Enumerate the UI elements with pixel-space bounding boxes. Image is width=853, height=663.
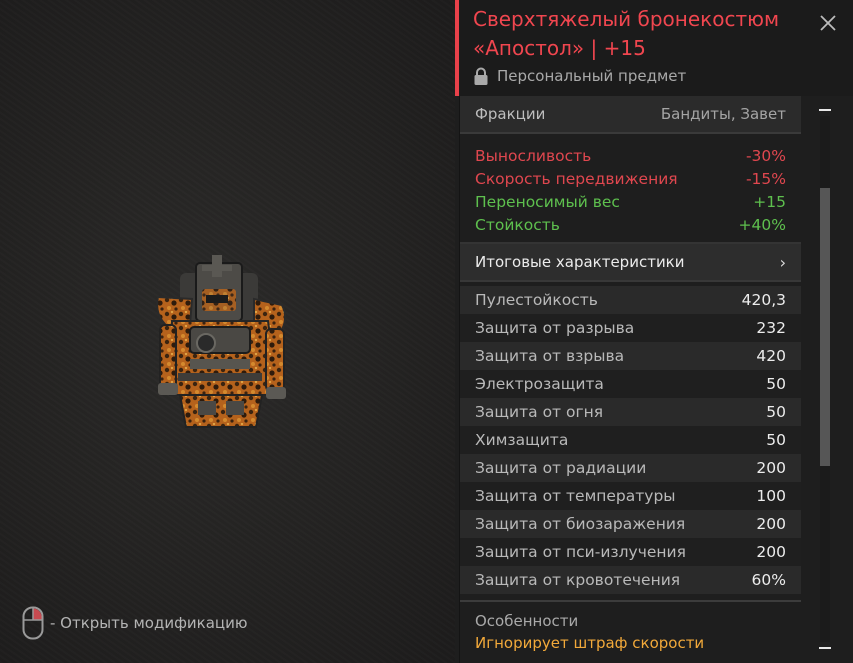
modifier-value: -15% — [745, 169, 786, 188]
total-characteristics-label: Итоговые характеристики — [475, 253, 685, 271]
stat-label: Защита от разрыва — [475, 319, 635, 337]
stat-row: Защита от кровотечения 60% — [460, 566, 801, 594]
personal-item-text: Персональный предмет — [497, 67, 687, 85]
stat-value: 50 — [766, 403, 786, 421]
personal-item-label: Персональный предмет — [473, 65, 686, 87]
modifier-row: Переносимый вес +15 — [460, 190, 801, 213]
hint-text: - Открыть модификацию — [50, 614, 248, 632]
stat-label: Защита от взрыва — [475, 347, 625, 365]
features-section: Особенности Игнорирует штраф скорости — [460, 600, 801, 656]
modifier-value: +15 — [753, 192, 786, 211]
stat-row: Электрозащита 50 — [460, 370, 801, 398]
item-preview-area: - Открыть модификацию — [0, 0, 455, 663]
stat-value: 420,3 — [741, 291, 786, 309]
modifier-label: Выносливость — [475, 146, 592, 165]
stat-row: Пулестойкость 420,3 — [460, 286, 801, 314]
stat-label: Защита от биозаражения — [475, 515, 686, 533]
stat-row: Защита от взрыва 420 — [460, 342, 801, 370]
chevron-right-icon: › — [779, 252, 786, 272]
armor-suit-image — [156, 255, 287, 428]
modifier-value: +40% — [738, 215, 786, 234]
stat-label: Защита от кровотечения — [475, 571, 681, 589]
item-details-panel: Сверхтяжелый бронекостюм «Апостол» | +15… — [455, 0, 853, 663]
stat-label: Защита от радиации — [475, 459, 647, 477]
item-stats-body[interactable]: Фракции Бандиты, Завет Выносливость -30%… — [459, 96, 801, 663]
stat-value: 200 — [756, 543, 786, 561]
modifier-label: Скорость передвижения — [475, 169, 678, 188]
open-modification-hint: - Открыть модификацию — [22, 606, 248, 640]
features-title: Особенности — [475, 612, 579, 630]
stat-value: 60% — [751, 571, 786, 589]
modifiers-list: Выносливость -30% Скорость передвижения … — [460, 134, 801, 242]
scroll-up-icon[interactable] — [819, 109, 831, 111]
modifier-row: Выносливость -30% — [460, 144, 801, 167]
modifier-value: -30% — [745, 146, 786, 165]
mouse-right-click-icon — [22, 606, 44, 640]
stat-row: Защита от биозаражения 200 — [460, 510, 801, 538]
factions-value: Бандиты, Завет — [660, 105, 786, 123]
stat-value: 232 — [756, 319, 786, 337]
factions-row: Фракции Бандиты, Завет — [460, 96, 801, 134]
modifier-row: Скорость передвижения -15% — [460, 167, 801, 190]
stat-label: Защита от температуры — [475, 487, 676, 505]
stat-row: Защита от температуры 100 — [460, 482, 801, 510]
stat-value: 200 — [756, 515, 786, 533]
stat-row: Защита от огня 50 — [460, 398, 801, 426]
stat-value: 100 — [756, 487, 786, 505]
stat-label: Защита от огня — [475, 403, 604, 421]
modifier-label: Стойкость — [475, 215, 560, 234]
item-title: Сверхтяжелый бронекостюм «Апостол» | +15 — [473, 7, 780, 60]
stat-row: Защита от радиации 200 — [460, 454, 801, 482]
stats-scrollbar[interactable] — [818, 96, 832, 663]
close-icon[interactable] — [817, 12, 839, 34]
stat-label: Химзащита — [475, 431, 569, 449]
scroll-thumb[interactable] — [820, 188, 830, 466]
stat-row: Химзащита 50 — [460, 426, 801, 454]
modifier-label: Переносимый вес — [475, 192, 620, 211]
scroll-down-icon[interactable] — [819, 647, 831, 649]
total-characteristics-toggle[interactable]: Итоговые характеристики › — [460, 242, 801, 282]
factions-label: Фракции — [475, 105, 546, 123]
stat-value: 50 — [766, 375, 786, 393]
feature-item: Игнорирует штраф скорости — [475, 634, 705, 652]
stat-row: Защита от разрыва 232 — [460, 314, 801, 342]
item-header: Сверхтяжелый бронекостюм «Апостол» | +15… — [455, 0, 853, 96]
stat-label: Пулестойкость — [475, 291, 598, 309]
stat-row: Защита от пси-излучения 200 — [460, 538, 801, 566]
stats-list: Пулестойкость 420,3 Защита от разрыва 232 … — [460, 282, 801, 594]
lock-icon — [474, 67, 488, 85]
stat-label: Защита от пси-излучения — [475, 543, 686, 561]
stat-value: 50 — [766, 431, 786, 449]
stat-label: Электрозащита — [475, 375, 604, 393]
stat-value: 420 — [756, 347, 786, 365]
stat-value: 200 — [756, 459, 786, 477]
modifier-row: Стойкость +40% — [460, 213, 801, 236]
